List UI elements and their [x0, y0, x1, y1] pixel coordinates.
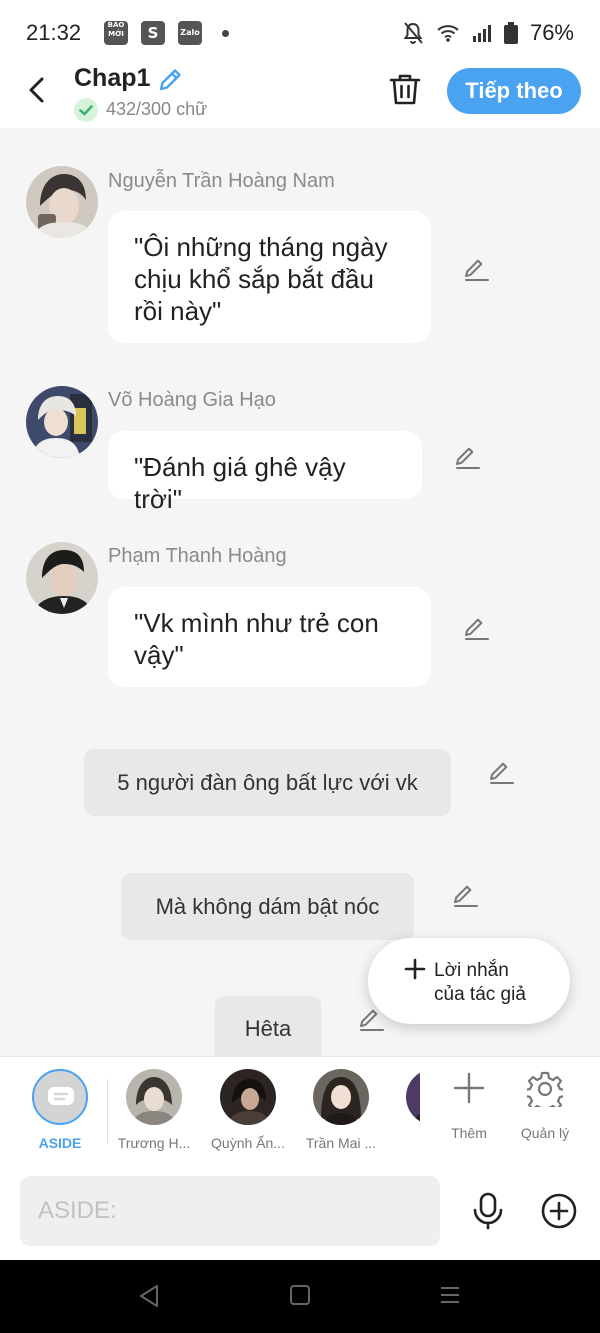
chapter-title: Chap1 [74, 64, 151, 92]
add-icon[interactable] [452, 1071, 486, 1105]
composer [0, 1164, 600, 1260]
wifi-icon [437, 25, 459, 42]
narration-bubble[interactable]: 5 người đàn ông bất lực với vk [84, 749, 451, 816]
back-arrow-icon[interactable] [22, 74, 54, 106]
character-name: Lê N [389, 1135, 420, 1151]
message-line: "Đánh giá ghê vậy trời" [134, 452, 346, 514]
avatar[interactable] [26, 386, 98, 458]
character-bar: ASIDE Trương H... Quỳnh Ấn... Trần Mai .… [0, 1056, 600, 1164]
add-circle-icon[interactable] [540, 1192, 578, 1230]
message-sender: Phạm Thanh Hoàng [108, 545, 287, 567]
battery-icon [503, 22, 518, 44]
status-bar: 21:32 BÁO MỚI S Zalo 76% [0, 0, 600, 64]
status-right: 76% [402, 20, 574, 46]
narration-bubble[interactable]: Hêta [215, 996, 321, 1056]
nav-back-icon[interactable] [138, 1284, 160, 1308]
narration-bubble[interactable]: Mà không dám bật nóc [121, 873, 414, 940]
character-name: Quỳnh Ấn... [211, 1135, 285, 1151]
avatar[interactable] [26, 166, 98, 238]
message-sender: Võ Hoàng Gia Hạo [108, 389, 276, 411]
message-sender: Nguyễn Trần Hoàng Nam [108, 170, 335, 192]
nav-menu-icon[interactable] [439, 1284, 461, 1306]
author-note-label: Lời nhắn của tác giả [434, 960, 526, 1005]
editor-header: Chap1 432/300 chữ Tiếp theo [0, 64, 600, 128]
notification-dot-icon [222, 30, 229, 37]
character-avatar[interactable] [220, 1069, 276, 1125]
plus-icon [404, 958, 426, 980]
shopee-app-icon: S [141, 21, 165, 45]
next-button[interactable]: Tiếp theo [447, 68, 581, 114]
aside-character-button[interactable] [32, 1069, 88, 1125]
add-character-label[interactable]: Thêm [434, 1125, 504, 1141]
message-line: rồi này" [134, 296, 222, 326]
edit-pencil-icon[interactable] [462, 615, 490, 643]
signal-icon [472, 25, 491, 42]
chat-bubble-icon [48, 1087, 74, 1105]
message-line: "Ôi những tháng ngày [134, 232, 388, 262]
character-list: Trương H... Quỳnh Ấn... Trần Mai ... [100, 1057, 420, 1165]
author-note-button[interactable]: Lời nhắn của tác giả [368, 938, 570, 1024]
message-bubble[interactable]: "Ôi những tháng ngày chịu khổ sắp bắt đầ… [108, 211, 431, 343]
baomoi-app-icon: BÁO MỚI [104, 21, 128, 45]
message-input[interactable] [20, 1176, 440, 1246]
edit-pencil-icon[interactable] [462, 256, 490, 284]
message-bubble[interactable]: "Đánh giá ghê vậy trời" [108, 431, 422, 514]
message-bubble[interactable]: "Vk mình như trẻ con vậy" [108, 587, 431, 687]
microphone-icon[interactable] [470, 1192, 506, 1230]
system-navigation-bar [0, 1260, 600, 1333]
character-name: Trần Mai ... [305, 1135, 377, 1151]
character-avatar[interactable] [406, 1069, 420, 1125]
zalo-app-icon: Zalo [178, 21, 202, 45]
edit-pencil-icon[interactable] [487, 759, 515, 787]
gear-icon[interactable] [527, 1071, 563, 1107]
edit-pencil-icon[interactable] [453, 444, 481, 472]
trash-icon[interactable] [388, 72, 422, 106]
mute-bell-icon [403, 22, 423, 44]
check-icon [74, 98, 98, 122]
character-avatar[interactable] [126, 1069, 182, 1125]
manage-label[interactable]: Quản lý [510, 1125, 580, 1141]
status-time: 21:32 [26, 20, 82, 45]
message-line: chịu khổ sắp bắt đầu [134, 264, 374, 294]
aside-label: ASIDE [38, 1135, 82, 1151]
message-line: "Vk mình như trẻ con [134, 608, 379, 638]
nav-home-icon[interactable] [289, 1284, 311, 1306]
edit-pencil-icon[interactable] [451, 882, 479, 910]
battery-percent: 76% [529, 20, 574, 45]
message-line: vậy" [134, 640, 184, 670]
character-name: Trương H... [117, 1135, 191, 1151]
character-avatar[interactable] [313, 1069, 369, 1125]
edit-title-pencil-icon[interactable] [156, 66, 184, 94]
avatar[interactable] [26, 542, 98, 614]
word-count: 432/300 chữ [106, 99, 208, 119]
